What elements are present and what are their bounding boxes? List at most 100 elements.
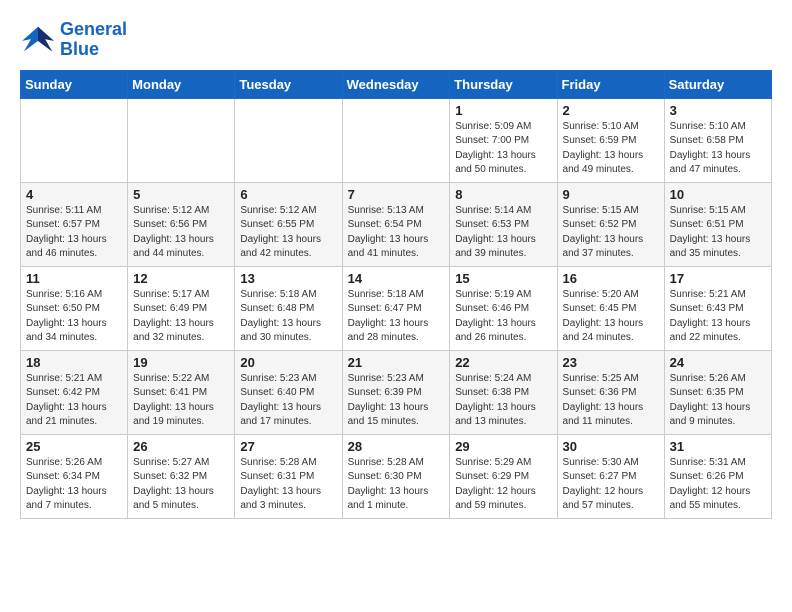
day-number: 26 <box>133 439 229 454</box>
day-info: Sunrise: 5:10 AM Sunset: 6:59 PM Dayligh… <box>563 120 659 178</box>
calendar-cell: 10 Sunrise: 5:15 AM Sunset: 6:51 PM Dayli… <box>664 182 771 266</box>
calendar-cell: 11Sunrise: 5:16 AM Sunset: 6:50 PM Dayli… <box>21 266 128 350</box>
calendar-cell <box>21 98 128 182</box>
calendar-cell: 18 Sunrise: 5:21 AM Sunset: 6:42 PM Dayli… <box>21 350 128 434</box>
calendar-body: 1 Sunrise: 5:09 AM Sunset: 7:00 PM Daylig… <box>21 98 772 518</box>
calendar-cell: 28 Sunrise: 5:28 AM Sunset: 6:30 PM Dayli… <box>342 434 450 518</box>
day-number: 29 <box>455 439 551 454</box>
day-info: Sunrise: 5:25 AM Sunset: 6:36 PM Dayligh… <box>563 372 659 430</box>
day-number: 10 <box>670 187 766 202</box>
calendar-header-friday: Friday <box>557 70 664 98</box>
day-number: 3 <box>670 103 766 118</box>
day-number: 18 <box>26 355 122 370</box>
calendar-cell: 9Sunrise: 5:15 AM Sunset: 6:52 PM Daylig… <box>557 182 664 266</box>
calendar-header-saturday: Saturday <box>664 70 771 98</box>
day-info: Sunrise: 5:29 AM Sunset: 6:29 PM Dayligh… <box>455 456 551 514</box>
day-number: 24 <box>670 355 766 370</box>
day-number: 13 <box>240 271 336 286</box>
day-number: 17 <box>670 271 766 286</box>
calendar-cell: 20 Sunrise: 5:23 AM Sunset: 6:40 PM Dayli… <box>235 350 342 434</box>
calendar-cell: 2 Sunrise: 5:10 AM Sunset: 6:59 PM Daylig… <box>557 98 664 182</box>
calendar-header: SundayMondayTuesdayWednesdayThursdayFrid… <box>21 70 772 98</box>
day-info: Sunrise: 5:14 AM Sunset: 6:53 PM Dayligh… <box>455 204 551 262</box>
calendar-cell: 8 Sunrise: 5:14 AM Sunset: 6:53 PM Daylig… <box>450 182 557 266</box>
logo-line1: General <box>60 20 127 40</box>
calendar-cell: 7Sunrise: 5:13 AM Sunset: 6:54 PM Daylig… <box>342 182 450 266</box>
calendar-cell <box>342 98 450 182</box>
day-number: 31 <box>670 439 766 454</box>
day-number: 30 <box>563 439 659 454</box>
calendar-cell: 16 Sunrise: 5:20 AM Sunset: 6:45 PM Dayli… <box>557 266 664 350</box>
day-info: Sunrise: 5:27 AM Sunset: 6:32 PM Dayligh… <box>133 456 229 514</box>
day-info: Sunrise: 5:11 AM Sunset: 6:57 PM Dayligh… <box>26 204 122 262</box>
day-info: Sunrise: 5:19 AM Sunset: 6:46 PM Dayligh… <box>455 288 551 346</box>
day-info: Sunrise: 5:20 AM Sunset: 6:45 PM Dayligh… <box>563 288 659 346</box>
calendar-cell: 1 Sunrise: 5:09 AM Sunset: 7:00 PM Daylig… <box>450 98 557 182</box>
day-number: 15 <box>455 271 551 286</box>
calendar-cell: 29 Sunrise: 5:29 AM Sunset: 6:29 PM Dayli… <box>450 434 557 518</box>
day-info: Sunrise: 5:12 AM Sunset: 6:56 PM Dayligh… <box>133 204 229 262</box>
day-number: 6 <box>240 187 336 202</box>
day-info: Sunrise: 5:28 AM Sunset: 6:31 PM Dayligh… <box>240 456 336 514</box>
day-info: Sunrise: 5:18 AM Sunset: 6:47 PM Dayligh… <box>348 288 445 346</box>
day-info: Sunrise: 5:28 AM Sunset: 6:30 PM Dayligh… <box>348 456 445 514</box>
calendar-cell: 12Sunrise: 5:17 AM Sunset: 6:49 PM Dayli… <box>128 266 235 350</box>
day-number: 19 <box>133 355 229 370</box>
day-info: Sunrise: 5:12 AM Sunset: 6:55 PM Dayligh… <box>240 204 336 262</box>
day-info: Sunrise: 5:30 AM Sunset: 6:27 PM Dayligh… <box>563 456 659 514</box>
calendar-week-5: 25Sunrise: 5:26 AM Sunset: 6:34 PM Dayli… <box>21 434 772 518</box>
calendar-header-monday: Monday <box>128 70 235 98</box>
day-info: Sunrise: 5:23 AM Sunset: 6:39 PM Dayligh… <box>348 372 445 430</box>
calendar-cell: 22 Sunrise: 5:24 AM Sunset: 6:38 PM Dayli… <box>450 350 557 434</box>
day-info: Sunrise: 5:21 AM Sunset: 6:42 PM Dayligh… <box>26 372 122 430</box>
day-number: 23 <box>563 355 659 370</box>
calendar-cell: 15 Sunrise: 5:19 AM Sunset: 6:46 PM Dayli… <box>450 266 557 350</box>
day-info: Sunrise: 5:26 AM Sunset: 6:35 PM Dayligh… <box>670 372 766 430</box>
calendar-cell: 14 Sunrise: 5:18 AM Sunset: 6:47 PM Dayli… <box>342 266 450 350</box>
day-number: 16 <box>563 271 659 286</box>
calendar-cell <box>128 98 235 182</box>
calendar-cell: 21 Sunrise: 5:23 AM Sunset: 6:39 PM Dayli… <box>342 350 450 434</box>
day-info: Sunrise: 5:10 AM Sunset: 6:58 PM Dayligh… <box>670 120 766 178</box>
calendar-cell: 25Sunrise: 5:26 AM Sunset: 6:34 PM Dayli… <box>21 434 128 518</box>
day-number: 14 <box>348 271 445 286</box>
day-number: 20 <box>240 355 336 370</box>
day-info: Sunrise: 5:23 AM Sunset: 6:40 PM Dayligh… <box>240 372 336 430</box>
calendar-cell: 27 Sunrise: 5:28 AM Sunset: 6:31 PM Dayli… <box>235 434 342 518</box>
day-info: Sunrise: 5:16 AM Sunset: 6:50 PM Dayligh… <box>26 288 122 346</box>
day-number: 9 <box>563 187 659 202</box>
calendar-week-3: 11Sunrise: 5:16 AM Sunset: 6:50 PM Dayli… <box>21 266 772 350</box>
calendar-cell: 24 Sunrise: 5:26 AM Sunset: 6:35 PM Dayli… <box>664 350 771 434</box>
header: General Blue <box>20 20 772 60</box>
calendar-cell: 4Sunrise: 5:11 AM Sunset: 6:57 PM Daylig… <box>21 182 128 266</box>
calendar-header-tuesday: Tuesday <box>235 70 342 98</box>
day-info: Sunrise: 5:31 AM Sunset: 6:26 PM Dayligh… <box>670 456 766 514</box>
day-number: 22 <box>455 355 551 370</box>
day-number: 7 <box>348 187 445 202</box>
calendar-cell <box>235 98 342 182</box>
calendar-header-wednesday: Wednesday <box>342 70 450 98</box>
day-info: Sunrise: 5:18 AM Sunset: 6:48 PM Dayligh… <box>240 288 336 346</box>
calendar-cell: 6 Sunrise: 5:12 AM Sunset: 6:55 PM Daylig… <box>235 182 342 266</box>
day-number: 5 <box>133 187 229 202</box>
calendar-cell: 23 Sunrise: 5:25 AM Sunset: 6:36 PM Dayli… <box>557 350 664 434</box>
day-info: Sunrise: 5:24 AM Sunset: 6:38 PM Dayligh… <box>455 372 551 430</box>
logo-line2: Blue <box>60 40 127 60</box>
day-info: Sunrise: 5:22 AM Sunset: 6:41 PM Dayligh… <box>133 372 229 430</box>
calendar-week-4: 18 Sunrise: 5:21 AM Sunset: 6:42 PM Dayli… <box>21 350 772 434</box>
day-number: 1 <box>455 103 551 118</box>
calendar-week-2: 4Sunrise: 5:11 AM Sunset: 6:57 PM Daylig… <box>21 182 772 266</box>
day-number: 21 <box>348 355 445 370</box>
day-info: Sunrise: 5:15 AM Sunset: 6:51 PM Dayligh… <box>670 204 766 262</box>
calendar-cell: 26 Sunrise: 5:27 AM Sunset: 6:32 PM Dayli… <box>128 434 235 518</box>
day-number: 2 <box>563 103 659 118</box>
calendar-header-sunday: Sunday <box>21 70 128 98</box>
day-number: 28 <box>348 439 445 454</box>
day-info: Sunrise: 5:09 AM Sunset: 7:00 PM Dayligh… <box>455 120 551 178</box>
day-number: 8 <box>455 187 551 202</box>
day-number: 27 <box>240 439 336 454</box>
day-info: Sunrise: 5:17 AM Sunset: 6:49 PM Dayligh… <box>133 288 229 346</box>
logo: General Blue <box>20 20 127 60</box>
calendar-cell: 17Sunrise: 5:21 AM Sunset: 6:43 PM Dayli… <box>664 266 771 350</box>
day-number: 25 <box>26 439 122 454</box>
